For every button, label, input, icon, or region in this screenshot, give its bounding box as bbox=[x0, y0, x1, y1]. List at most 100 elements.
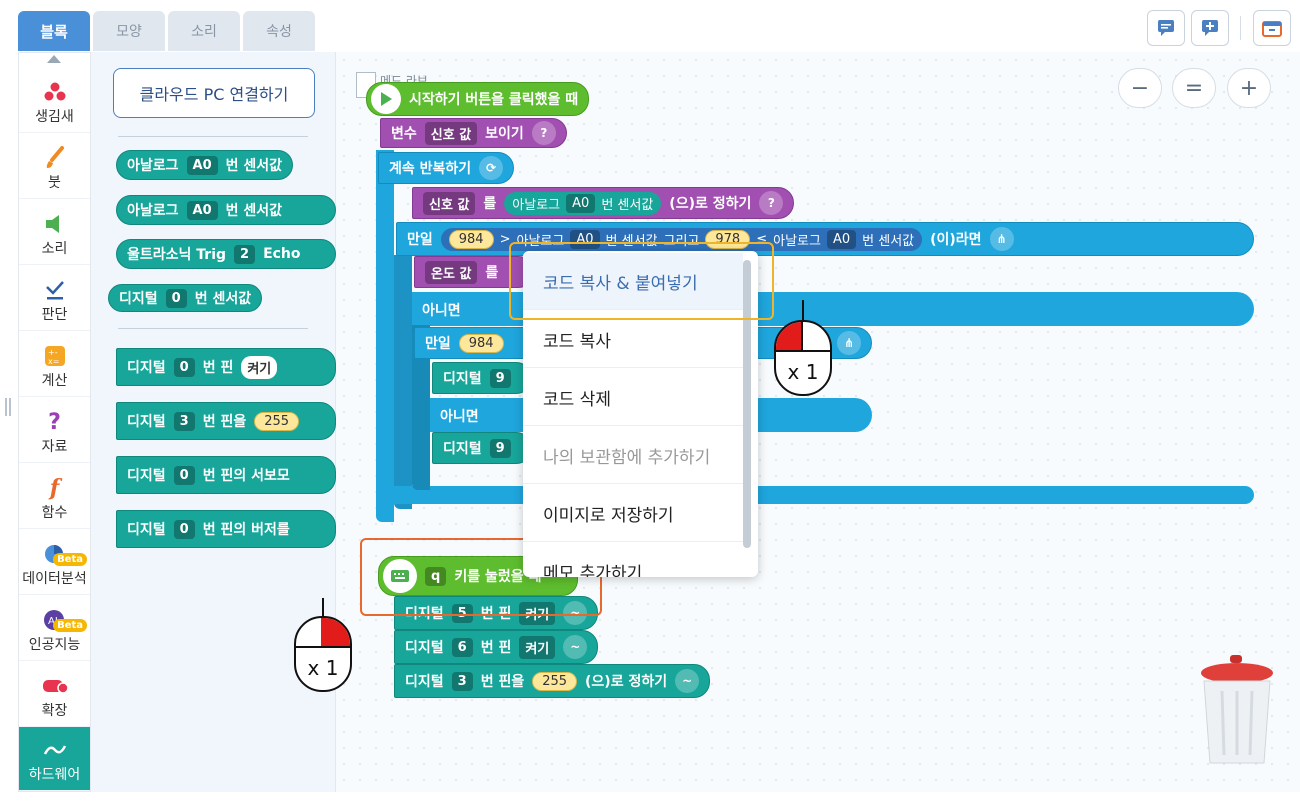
variable-dropdown[interactable]: 온도 값 bbox=[425, 260, 478, 284]
menu-item-highlight bbox=[509, 242, 774, 320]
forever-loop-block[interactable]: 계속 반복하기 ⟳ bbox=[378, 152, 515, 184]
pin-dropdown[interactable]: 0 bbox=[173, 357, 195, 377]
category-function[interactable]: f 함수 bbox=[19, 463, 90, 529]
palette-block-digital-pin-set[interactable]: 디지털 3 번 핀을 255 bbox=[116, 402, 336, 440]
tab-shapes[interactable]: 모양 bbox=[93, 11, 165, 51]
category-brush[interactable]: 붓 bbox=[19, 133, 90, 199]
block-text: 아날로그 bbox=[127, 158, 179, 174]
block-text: 시작하기 버튼을 클릭했을 때 bbox=[409, 92, 579, 108]
digital-pin-block-2[interactable]: 디지털 6 번 핀 켜기 ~ bbox=[394, 630, 599, 664]
category-data-analysis[interactable]: Beta 데이터분석 bbox=[19, 529, 90, 595]
pin-dropdown[interactable]: 9 bbox=[489, 438, 511, 458]
zoom-in-button[interactable]: + bbox=[1227, 68, 1271, 108]
block-text: 를 bbox=[485, 265, 499, 281]
start-event-block[interactable]: 시작하기 버튼을 클릭했을 때 bbox=[366, 82, 590, 116]
storage-box-icon bbox=[1262, 21, 1282, 37]
category-hardware[interactable]: 하드웨어 bbox=[19, 727, 90, 791]
category-data[interactable]: ? 자료 bbox=[19, 397, 90, 463]
category-extension[interactable]: 확장 bbox=[19, 661, 90, 727]
shapes-icon bbox=[44, 78, 66, 106]
state-dropdown[interactable]: 켜기 bbox=[519, 635, 556, 659]
add-comment-button[interactable] bbox=[1191, 10, 1229, 46]
block-text: 디지털 bbox=[405, 640, 444, 656]
brush-icon bbox=[44, 144, 66, 172]
analog-sensor-reporter[interactable]: 아날로그 A0 번 센서값 bbox=[504, 191, 662, 215]
variable-dropdown[interactable]: 신호 값 bbox=[423, 191, 476, 215]
comment-icon bbox=[1158, 20, 1174, 36]
value-input[interactable]: 255 bbox=[532, 671, 578, 691]
block-text: (으)로 정하기 bbox=[585, 674, 668, 690]
category-ai[interactable]: AI Beta 인공지능 bbox=[19, 595, 90, 661]
help-icon[interactable]: ? bbox=[531, 121, 556, 145]
category-label: 데이터분석 bbox=[22, 571, 87, 587]
state-dropdown[interactable]: 켜기 bbox=[241, 355, 278, 379]
palette-block-digital-sensor[interactable]: 디지털 0 번 센서값 bbox=[108, 284, 263, 312]
tab-properties[interactable]: 속성 bbox=[243, 11, 315, 51]
pin-dropdown[interactable]: A0 bbox=[566, 193, 596, 213]
show-variable-block[interactable]: 변수 신호 값 보이기 ? bbox=[380, 118, 567, 148]
block-text: 아날로그 bbox=[127, 203, 179, 219]
palette-block-buzzer[interactable]: 디지털 0 번 핀의 버저를 bbox=[116, 510, 336, 548]
pin-dropdown[interactable]: 0 bbox=[165, 288, 187, 308]
trig-dropdown[interactable]: 2 bbox=[234, 244, 256, 264]
block-text: 번 핀 bbox=[202, 360, 234, 376]
number-input[interactable]: 984 bbox=[458, 333, 504, 353]
category-sound[interactable]: 소리 bbox=[19, 199, 90, 265]
palette-block-servo[interactable]: 디지털 0 번 핀의 서보모 bbox=[116, 456, 336, 494]
palette-divider bbox=[118, 328, 308, 329]
digital-block-b[interactable]: 디지털 9 bbox=[432, 432, 532, 464]
zoom-reset-button[interactable]: = bbox=[1172, 68, 1216, 108]
storage-button[interactable] bbox=[1253, 10, 1291, 46]
pin-dropdown[interactable]: A0 bbox=[186, 200, 218, 220]
palette-block-analog-sensor-2[interactable]: 아날로그 A0 번 센서값 bbox=[116, 195, 336, 225]
block-text: 디지털 bbox=[443, 371, 482, 387]
if-wrapper-left bbox=[394, 255, 412, 509]
pin-dropdown[interactable]: 6 bbox=[451, 637, 473, 657]
sidebar-resize-handle[interactable] bbox=[5, 398, 11, 416]
block-text: Echo bbox=[263, 246, 301, 262]
pin-dropdown[interactable]: 9 bbox=[489, 368, 511, 388]
toolbar-divider bbox=[1240, 16, 1241, 40]
menu-item-delete[interactable]: 코드 삭제 bbox=[523, 369, 743, 426]
menu-item-save-image[interactable]: 이미지로 저장하기 bbox=[523, 485, 743, 542]
category-judgement[interactable]: 판단 bbox=[19, 265, 90, 331]
number-input[interactable]: 984 bbox=[448, 229, 494, 249]
category-looks[interactable]: 생김새 bbox=[19, 67, 90, 133]
pin-dropdown[interactable]: A0 bbox=[826, 229, 857, 249]
question-icon: ? bbox=[48, 409, 61, 435]
digital-block-a[interactable]: 디지털 9 bbox=[432, 362, 532, 394]
block-text: 번 핀을 bbox=[480, 674, 525, 690]
set-variable-block[interactable]: 신호 값 를 아날로그 A0 번 센서값 (으)로 정하기 ? bbox=[412, 187, 795, 219]
tab-blocks[interactable]: 블록 bbox=[18, 11, 90, 51]
block-text: 디지털 bbox=[127, 360, 166, 376]
category-label: 인공지능 bbox=[28, 637, 81, 653]
block-text: 보이기 bbox=[485, 126, 524, 142]
inner-else-label: 아니면 bbox=[440, 409, 479, 425]
zoom-out-button[interactable]: − bbox=[1118, 68, 1162, 108]
palette-block-analog-sensor[interactable]: 아날로그 A0 번 센서값 bbox=[116, 150, 294, 180]
pin-dropdown[interactable]: 3 bbox=[451, 671, 473, 691]
branch-icon: ⋔ bbox=[837, 331, 861, 355]
pin-dropdown[interactable]: 0 bbox=[173, 465, 195, 485]
pin-dropdown[interactable]: A0 bbox=[186, 155, 218, 175]
digital-pin-block-3[interactable]: 디지털 3 번 핀을 255 (으)로 정하기 ~ bbox=[394, 664, 711, 698]
cloud-pc-connect-button[interactable]: 클라우드 PC 연결하기 bbox=[113, 68, 315, 118]
tab-sounds[interactable]: 소리 bbox=[168, 11, 240, 51]
pin-dropdown[interactable]: 3 bbox=[173, 411, 195, 431]
category-calculation[interactable]: +- x= 계산 bbox=[19, 331, 90, 397]
scroll-up-icon[interactable] bbox=[47, 55, 61, 63]
value-input[interactable]: 255 bbox=[254, 411, 300, 431]
menu-item-add-memo[interactable]: 메모 추가하기 bbox=[523, 543, 743, 577]
palette-block-ultrasonic[interactable]: 울트라소닉 Trig 2 Echo bbox=[116, 239, 336, 269]
palette-block-digital-pin-on[interactable]: 디지털 0 번 핀 켜기 bbox=[116, 348, 336, 386]
help-icon[interactable]: ? bbox=[759, 191, 784, 215]
block-text: 디지털 bbox=[127, 522, 166, 538]
trash-can-icon[interactable] bbox=[1198, 655, 1276, 767]
beta-badge: Beta bbox=[53, 553, 87, 566]
pin-dropdown[interactable]: 0 bbox=[173, 519, 195, 539]
branch-icon: ⋔ bbox=[989, 227, 1014, 251]
block-text: 번 센서값 bbox=[225, 203, 283, 219]
variable-dropdown[interactable]: 신호 값 bbox=[424, 121, 478, 145]
comment-button[interactable] bbox=[1147, 10, 1185, 46]
category-label: 판단 bbox=[41, 307, 68, 323]
